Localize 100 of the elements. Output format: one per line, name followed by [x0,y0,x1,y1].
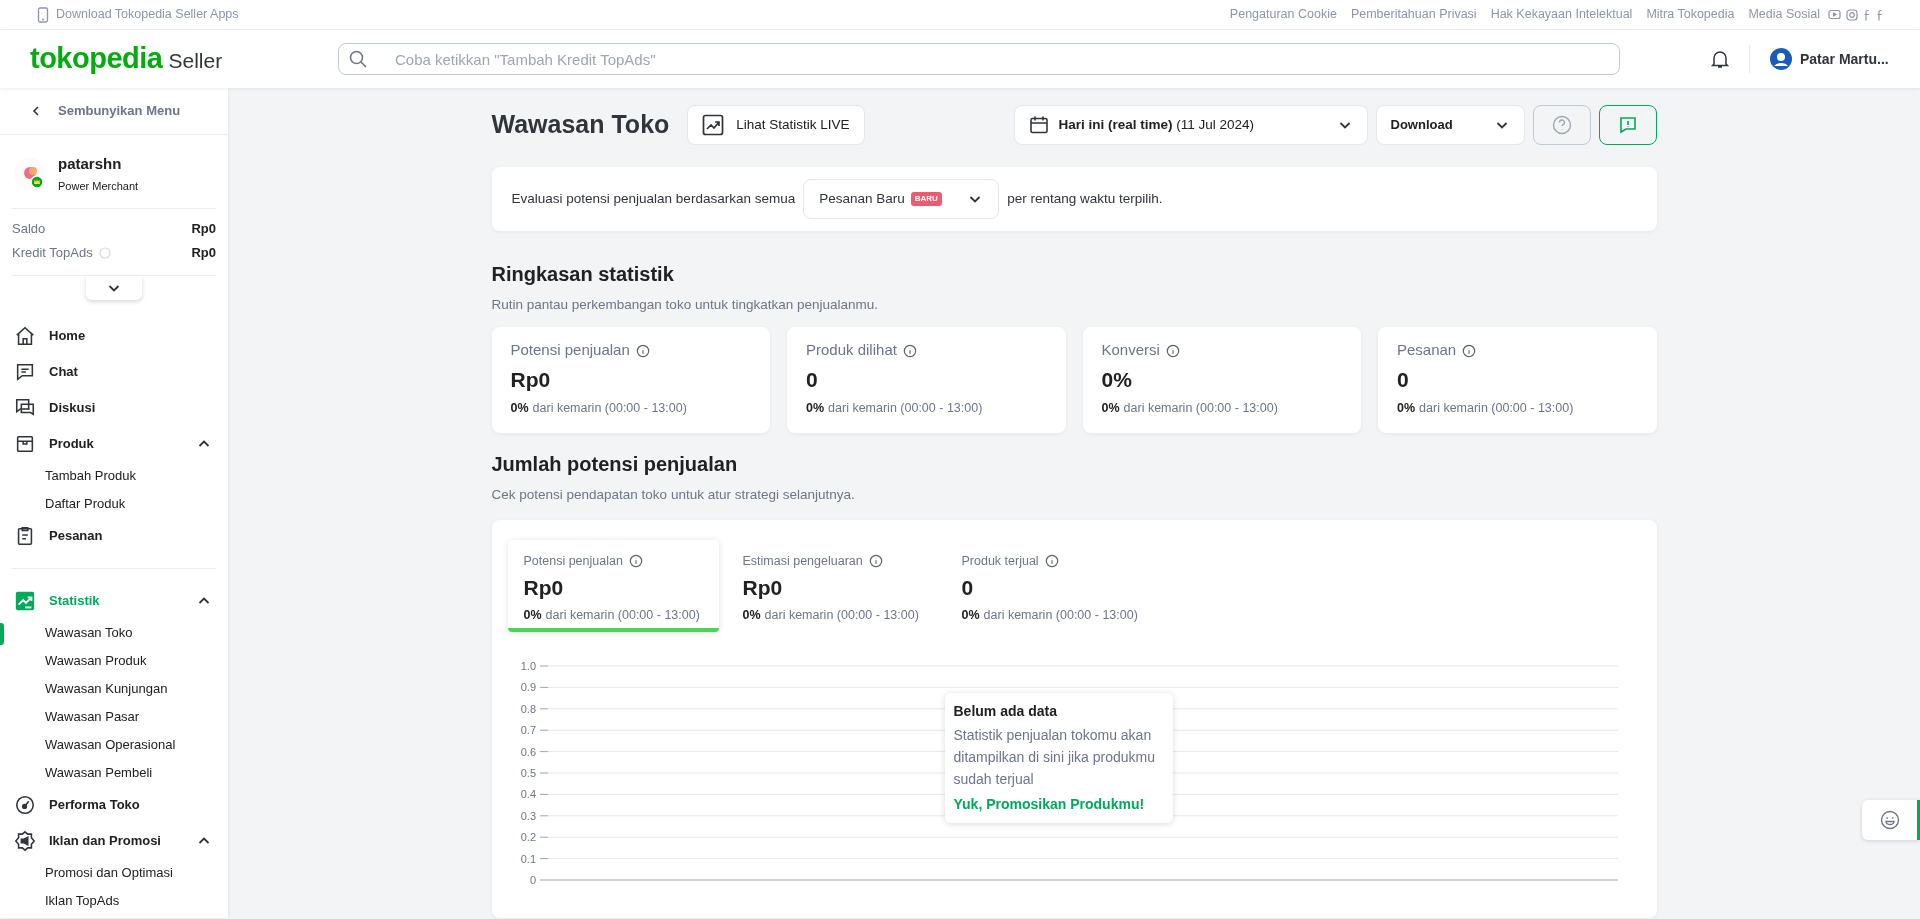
merchant-tier-label: Power Merchant [58,178,139,194]
discussion-icon [14,397,36,419]
stat-label: Potensi penjualan [510,340,630,361]
metric-tab[interactable]: Potensi penjualan Rp0 0% dari kemarin (00:00 - 13:00) [507,539,719,632]
metric-tab[interactable]: Produk terjual 0 0% dari kemarin (00:00 - 13:00) [945,539,1157,632]
search-field[interactable]: Coba ketikkan "Tambah Kredit TopAds" [338,43,1620,75]
stat-value: 0 [806,366,819,393]
sidebar-item[interactable]: Iklan dan Promosi [0,823,228,859]
info-icon [1165,343,1180,358]
date-range-dropdown[interactable]: Hari ini (real time) (11 Jul 2024) [1013,105,1368,145]
chat-icon [14,361,36,383]
y-axis-label: 0.8 [520,702,536,715]
section-subtitle: Rutin pantau perkembangan toko untuk tingkatkan penjualanmu. [491,296,880,314]
stat-change: 0% [1101,400,1120,418]
metric-change: 0% [523,606,542,624]
megaphone-icon [14,830,36,852]
logo-suffix: Seller [168,48,223,75]
feedback-button[interactable] [1598,105,1657,145]
stat-note: dari kemarin (00:00 - 13:00) [532,400,687,418]
sidebar-item[interactable]: Performa Toko [0,787,228,823]
stat-change: 0% [510,400,529,418]
sidebar-item[interactable]: Pesanan [0,518,228,554]
stat-change: 0% [806,400,825,418]
stat-note: dari kemarin (00:00 - 13:00) [828,400,983,418]
metric-label: Potensi penjualan [523,552,623,570]
section-subtitle: Cek potensi pendapatan toko untuk atur strategi selanjutnya. [491,486,856,505]
stat-note: dari kemarin (00:00 - 13:00) [1419,400,1574,418]
y-axis-label: 0.6 [520,745,536,758]
avatar-icon[interactable] [1770,48,1792,70]
metric-tab[interactable]: Estimasi pengeluaran Rp0 0% dari kemarin (00:00 - 13:00) [726,539,938,632]
metric-note: dari kemarin (00:00 - 13:00) [764,606,919,624]
info-icon [635,343,650,358]
balance-label: Kredit TopAds [12,244,93,263]
emoji-feedback-button[interactable] [1862,800,1920,840]
stat-note: dari kemarin (00:00 - 13:00) [1123,400,1278,418]
sidebar-item[interactable]: Home [0,318,228,354]
calendar-icon [1028,115,1049,135]
info-icon [1044,553,1059,568]
y-axis-label: 0.9 [520,680,536,693]
sidebar-subitem[interactable]: Wawasan Kunjungan [45,679,168,699]
stat-label: Konversi [1101,340,1160,361]
sidebar-subitem[interactable]: Iklan TopAds [45,891,120,911]
metric-value: Rp0 [742,575,784,602]
metric-change: 0% [742,606,761,624]
sidebar-subitem[interactable]: Wawasan Pembeli [45,763,153,783]
sidebar-subitem[interactable]: Wawasan Operasional [45,735,176,755]
help-button[interactable] [1532,105,1591,145]
new-badge: BARU [910,192,942,206]
metric-note: dari kemarin (00:00 - 13:00) [545,606,700,624]
sidebar-subitem[interactable]: Daftar Produk [45,494,126,514]
facebook-icon[interactable] [1863,8,1871,21]
metric-value: 0 [961,575,975,602]
metric-note: dari kemarin (00:00 - 13:00) [983,606,1138,624]
box-icon [14,433,36,455]
balance-value: Rp0 [191,244,216,263]
sidebar-subitem[interactable]: Wawasan Toko [45,623,133,643]
y-axis-label: 0.2 [520,830,536,843]
sidebar-subitem[interactable]: Promosi dan Optimasi [45,863,173,883]
y-axis-label: 1.0 [520,659,536,672]
y-axis-label: 0.7 [520,723,536,736]
live-stats-button[interactable]: Lihat Statistik LIVE [687,105,865,145]
sidebar-subitem[interactable]: Wawasan Produk [45,651,147,671]
bell-icon[interactable] [1711,49,1729,69]
help-icon [1551,115,1572,135]
y-axis-label: 0 [529,873,536,886]
info-icon [902,343,917,358]
metric-label: Produk terjual [961,552,1039,570]
stat-value: 0% [1101,366,1133,393]
section-title: Ringkasan statistik [491,262,675,287]
metric-value: Rp0 [523,575,565,602]
phone-icon [36,6,50,23]
stat-label: Produk dilihat [806,340,897,361]
y-axis-label: 0.4 [520,787,536,800]
chevron-left-icon [30,105,42,117]
empty-title: Belum ada data [953,701,1058,721]
hide-menu-button[interactable]: Sembunyikan Menu [0,88,228,135]
search-icon [348,49,368,69]
sidebar-item[interactable]: Produk [0,426,228,462]
evaluation-text: per rentang waktu terpilih. [1007,189,1163,208]
info-icon [868,553,883,568]
balance-label: Saldo [12,220,46,239]
sidebar-subitem[interactable]: Tambah Produk [45,466,137,486]
stat-value: 0 [1397,366,1410,393]
order-type-dropdown[interactable]: Pesanan Baru BARU [803,179,1000,219]
shop-name: patarshn [58,154,123,174]
smiley-icon [1879,810,1900,830]
sidebar-subitem[interactable]: Wawasan Pasar [45,707,140,727]
facebook-icon[interactable] [1876,8,1884,21]
sidebar-item[interactable]: Diskusi [0,390,228,426]
info-icon [628,553,643,568]
empty-text: Statistik penjualan tokomu akan ditampilkan di sini jika produkmu sudah terjual [953,725,1157,789]
metric-change: 0% [961,606,980,624]
home-icon [14,325,36,347]
instagram-icon[interactable] [1846,8,1858,21]
user-name[interactable]: Patar Martu... [1800,48,1889,70]
youtube-icon[interactable] [1828,9,1841,20]
expand-button[interactable] [86,276,142,300]
download-dropdown[interactable]: Download [1375,105,1525,145]
info-icon [1462,343,1477,358]
sidebar-item[interactable]: Chat [0,354,228,390]
